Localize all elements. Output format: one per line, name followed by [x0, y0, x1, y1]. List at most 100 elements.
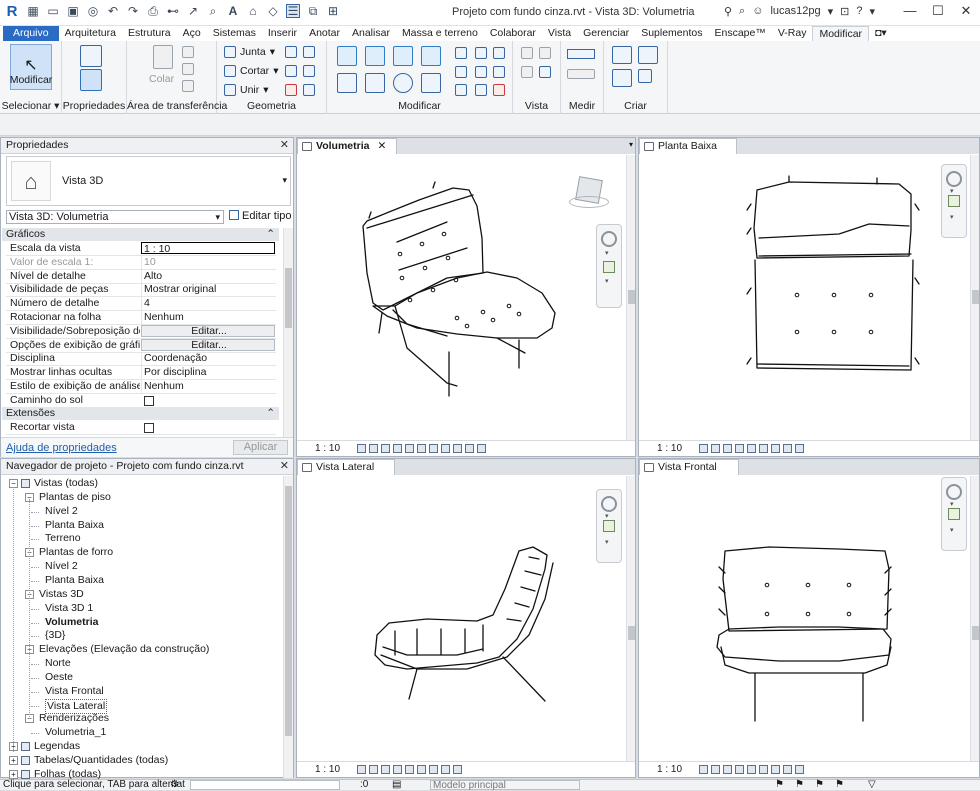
tree-item[interactable]: Vistas 3D [39, 588, 84, 601]
tab-modificar[interactable]: Modificar [812, 26, 870, 41]
tab-inserir[interactable]: Inserir [262, 26, 303, 41]
demolish-icon[interactable] [303, 65, 315, 77]
filter-icon[interactable]: ▽ [868, 780, 876, 790]
tab-arquivo[interactable]: Arquivo [3, 26, 59, 41]
minimize-icon[interactable]: — [896, 3, 924, 19]
tab-analisar[interactable]: Analisar [346, 26, 396, 41]
tree-item[interactable]: Elevações (Elevação da construção) [39, 643, 209, 656]
crop-icon[interactable] [405, 765, 415, 774]
modify-button[interactable]: ↖ Modificar [10, 44, 52, 90]
crop-icon[interactable] [747, 444, 757, 453]
scrollbar[interactable] [970, 155, 979, 441]
temp-hide-icon[interactable] [771, 444, 781, 453]
tree-item[interactable]: Volumetria_1 [45, 726, 106, 739]
tab-vista[interactable]: Vista [542, 26, 577, 41]
reveal-icon[interactable] [783, 444, 793, 453]
visual-style-icon[interactable] [369, 765, 379, 774]
view-window-vista-frontal[interactable]: Vista Frontal ▾ ▾ 1 : 10 [638, 458, 980, 778]
group-icon[interactable] [493, 66, 505, 78]
view-graphics-icon[interactable] [539, 66, 551, 78]
worksharing-icon[interactable] [795, 765, 805, 774]
type-properties-icon[interactable] [80, 69, 102, 91]
navigation-bar[interactable]: ▾ ▾ [596, 489, 622, 563]
sun-path-icon[interactable] [723, 765, 733, 774]
tab-sistemas[interactable]: Sistemas [207, 26, 262, 41]
unpin-icon[interactable] [475, 66, 487, 78]
tree-item[interactable]: Tabelas/Quantidades (todas) [34, 754, 168, 767]
split-face-icon[interactable] [285, 46, 297, 58]
instance-selector[interactable]: Vista 3D: Volumetria ▾ [6, 210, 224, 224]
detail-level-icon[interactable] [699, 444, 709, 453]
view-window-vista-lateral[interactable]: Vista Lateral ▾ ▾ 1 : 10 [296, 458, 636, 778]
tree-item[interactable]: Planta Baixa [45, 519, 104, 532]
temp-hide-icon[interactable] [771, 765, 781, 774]
property-value[interactable]: Nenhum [141, 311, 275, 324]
viewcube-icon[interactable] [569, 174, 609, 214]
scrollbar[interactable] [283, 228, 293, 438]
chevron-down-icon[interactable]: ▾ [869, 5, 875, 18]
show-crop-icon[interactable] [417, 765, 427, 774]
pin-icon[interactable] [455, 66, 467, 78]
property-value[interactable]: 1 : 10 [141, 242, 275, 254]
scrollbar[interactable] [283, 476, 293, 778]
expand-toggle[interactable]: + [9, 769, 18, 779]
section-icon[interactable]: ◇ [266, 4, 280, 18]
sun-path-checkbox[interactable] [144, 395, 154, 406]
tree-item[interactable]: Norte [45, 657, 71, 670]
tree-item[interactable]: Plantas de piso [39, 491, 111, 504]
property-value[interactable]: Coordenação [141, 352, 275, 366]
reveal-icon[interactable] [783, 765, 793, 774]
match-icon[interactable] [182, 80, 194, 92]
cart-icon[interactable]: ⊡ [840, 5, 849, 18]
tag-icon[interactable]: ⌕ [206, 4, 220, 18]
maximize-icon[interactable]: ☐ [924, 3, 952, 19]
username[interactable]: lucas12pg [770, 5, 820, 17]
linework-icon[interactable] [521, 66, 533, 78]
detail-level-icon[interactable] [357, 765, 367, 774]
show-crop-icon[interactable] [759, 444, 769, 453]
property-value[interactable]: Mostrar original [141, 283, 275, 297]
scale-icon[interactable] [493, 47, 505, 59]
hide-icon[interactable] [539, 47, 551, 59]
worksharing-icon[interactable] [453, 765, 463, 774]
binoculars-icon[interactable]: ⚲ [724, 5, 732, 18]
detail-level-icon[interactable] [699, 765, 709, 774]
tree-item[interactable]: Plantas de forro [39, 546, 113, 559]
temp-hide-icon[interactable] [429, 765, 439, 774]
paste-icon[interactable] [153, 45, 173, 69]
reveal-icon[interactable] [441, 765, 451, 774]
cut-geometry-button[interactable]: Cortar ▾ [224, 65, 278, 77]
override-graphics-icon[interactable] [521, 47, 533, 59]
detail-level-icon[interactable] [357, 444, 367, 453]
tree-item[interactable]: Volumetria [45, 616, 98, 629]
tab-gerenciar[interactable]: Gerenciar [577, 26, 635, 41]
navigation-bar[interactable]: ▾ ▾ [596, 224, 622, 308]
search-icon[interactable]: ⌕ [739, 5, 745, 18]
worksharing-icon[interactable] [477, 444, 487, 453]
undo-icon[interactable]: ↶ [106, 4, 120, 18]
view-window-volumetria[interactable]: Volumetria ✕ ▾ ▾ ▾ 1 : 10 [296, 137, 636, 457]
tab-anotar[interactable]: Anotar [303, 26, 346, 41]
visual-style-icon[interactable] [711, 444, 721, 453]
help-link[interactable]: Ajuda de propriedades [6, 442, 117, 454]
array-icon[interactable] [475, 47, 487, 59]
join-button[interactable]: Junta ▾ [224, 46, 275, 58]
view-scale[interactable]: 1 : 10 [315, 764, 340, 775]
design-option-dropdown[interactable]: Modelo principal [430, 780, 580, 791]
reveal-icon[interactable] [465, 444, 475, 453]
lock-icon[interactable] [441, 444, 451, 453]
edit-button[interactable]: Editar... [141, 338, 275, 351]
select-pinned-icon[interactable]: ⚑ [815, 780, 824, 790]
measure-icon[interactable]: ⊷ [166, 4, 180, 18]
mirror-axis-icon[interactable] [393, 46, 413, 66]
offset-icon[interactable] [365, 46, 385, 66]
property-value[interactable]: 4 [141, 297, 275, 311]
shadows-icon[interactable] [393, 765, 403, 774]
copy-icon[interactable] [182, 63, 194, 75]
select-by-face-icon[interactable]: ⚑ [835, 780, 844, 790]
rotate-icon[interactable] [393, 73, 413, 93]
chevron-down-icon[interactable]: ▾ [828, 5, 834, 18]
paint-icon[interactable] [285, 65, 297, 77]
print-icon[interactable]: ⎙ [146, 4, 160, 18]
dimension-icon[interactable]: ↗ [186, 4, 200, 18]
